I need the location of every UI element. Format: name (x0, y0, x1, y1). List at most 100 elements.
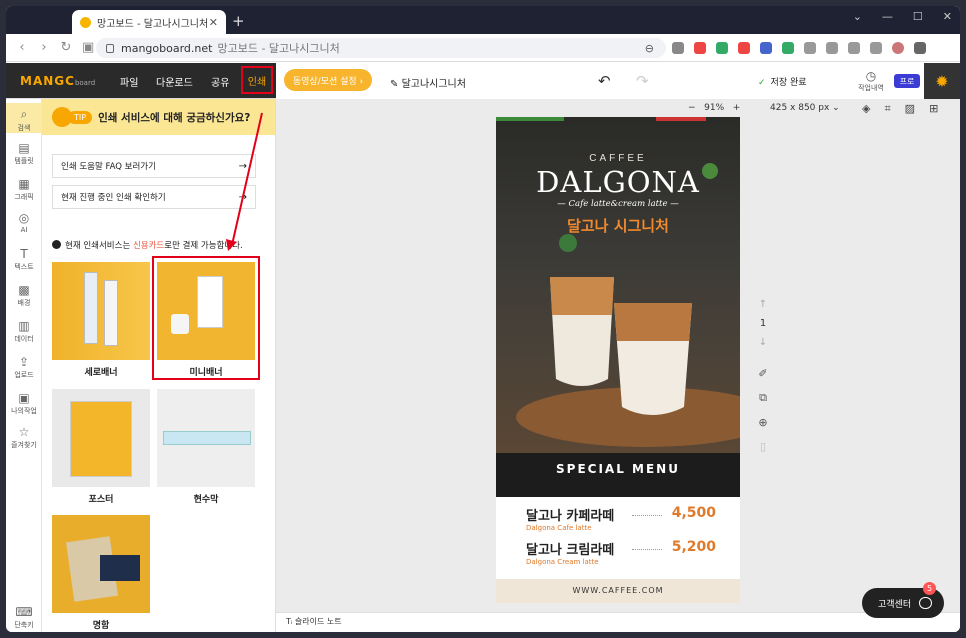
add-page-icon[interactable]: ⊕ (758, 416, 767, 429)
menu-price: 4,500 (671, 505, 716, 521)
business-card-thumb[interactable] (52, 515, 150, 613)
layers-icon[interactable]: ◈ (862, 102, 870, 116)
tab-close-icon[interactable]: ✕ (209, 16, 218, 29)
close-window-icon[interactable]: ✕ (943, 10, 952, 23)
red-pointer-arrow (226, 112, 263, 251)
profile-avatar-icon[interactable] (892, 42, 904, 54)
design-subtitle[interactable]: — Cafe latte&cream latte — (496, 199, 740, 209)
extension-green-icon[interactable] (716, 42, 728, 54)
zoom-magnifier-icon[interactable]: ⊖ (645, 42, 654, 55)
zoom-control[interactable]: − 91% + (688, 103, 740, 113)
left-tool-rail: ⌕ 검색 ▤ 템플릿 ▦ 그래픽 ◎ AI T 텍스트 ▩ 배경 ▥ 데이터 ⇪ 업로드 ▣ 나의… (6, 99, 42, 632)
menu-download[interactable]: 다운로드 (156, 74, 193, 89)
chart-icon: ▥ (18, 319, 30, 333)
trash-icon[interactable]: ▯ (760, 440, 766, 453)
customer-center-button[interactable]: 고객센터 5 (862, 582, 944, 618)
slide-note-button[interactable]: Tᵢ 슬라이드 노트 (286, 616, 342, 627)
address-bar: ‹ › ↻ ▣ mangoboard.net 망고보드 - 달고나시그니처 ⊖ (6, 34, 960, 62)
brand-text[interactable]: CAFFEE (496, 153, 740, 164)
placard-label: 현수막 (193, 495, 219, 505)
page-number: 1 (759, 318, 767, 329)
extension-blue-icon[interactable] (760, 42, 772, 54)
app-header: MANGCboard 파일 다운로드 공유 인쇄 동영상/모션 설정 › ✎ 달… (6, 63, 960, 99)
url-domain: mangoboard.net (121, 41, 213, 55)
tab-search-icon[interactable]: ⌄ (853, 10, 862, 23)
page-down-icon[interactable]: ↓ (754, 337, 772, 348)
kebab-menu-icon[interactable] (914, 42, 926, 54)
keyboard-icon: ⌨ (15, 605, 33, 619)
duplicate-page-icon[interactable]: ⧉ (759, 391, 767, 405)
menu-file[interactable]: 파일 (120, 74, 138, 89)
redo-icon[interactable]: ↷ (636, 72, 649, 90)
extension-plus-icon[interactable] (782, 42, 794, 54)
lock-icon (106, 43, 114, 53)
document-title[interactable]: ✎ 달고나시그니처 (390, 75, 466, 90)
rail-shortcuts[interactable]: ⌨ 단축키 (6, 605, 42, 630)
mango-favicon-icon (80, 16, 91, 28)
rail-my-work[interactable]: ▣ 나의작업 (6, 391, 42, 416)
new-tab-button[interactable]: + (232, 12, 245, 30)
page-tools: ✐ ⧉ ⊕ ▯ (754, 367, 772, 453)
rail-background[interactable]: ▩ 배경 (6, 283, 42, 308)
rail-search[interactable]: ⌕ 검색 (6, 103, 42, 133)
tab-bar: 망고보드 - 달고나시그니처 ✕ + ⌄ — ☐ ✕ (6, 6, 960, 34)
folder-icon: ▣ (18, 391, 30, 405)
pro-badge[interactable]: 프로 (894, 74, 920, 88)
magic-brush-icon[interactable]: ✐ (758, 367, 767, 380)
grid-view-icon[interactable]: ⊞ (929, 102, 938, 116)
window-controls: ⌄ — ☐ ✕ (853, 10, 952, 23)
bookmark-star-icon[interactable] (672, 42, 684, 54)
star-icon: ☆ (18, 425, 30, 439)
rail-favorites[interactable]: ☆ 즐겨찾기 (6, 425, 42, 450)
menu-item[interactable]: 달고나 카페라떼 Dalgona Cafe latte 4,500 (526, 505, 716, 532)
rail-template[interactable]: ▤ 템플릿 (6, 141, 42, 166)
screenshot-icon[interactable] (848, 42, 860, 54)
rail-text[interactable]: T 텍스트 (6, 247, 42, 272)
poster-thumb[interactable] (52, 389, 150, 487)
page-info-icon[interactable]: ▣ (82, 40, 94, 55)
business-card-label: 명함 (92, 621, 110, 631)
minimize-icon[interactable]: — (882, 10, 893, 23)
settings-gear-icon[interactable]: ✹ (924, 63, 960, 99)
chart-view-icon[interactable]: ▨ (905, 102, 915, 116)
text-icon: T (20, 247, 28, 261)
rail-upload[interactable]: ⇪ 업로드 (6, 355, 42, 380)
menu-share[interactable]: 공유 (211, 74, 229, 89)
extension-red-icon[interactable] (694, 42, 706, 54)
maximize-icon[interactable]: ☐ (913, 10, 923, 23)
forward-icon[interactable]: › (38, 40, 50, 55)
rail-graphic[interactable]: ▦ 그래픽 (6, 177, 42, 202)
back-icon[interactable]: ‹ (16, 40, 28, 55)
reload-icon[interactable]: ↻ (60, 40, 72, 55)
sidebar-icon[interactable] (870, 42, 882, 54)
browser-window: 망고보드 - 달고나시그니처 ✕ + ⌄ — ☐ ✕ ‹ › ↻ ▣ mango… (6, 6, 960, 632)
fit-screen-icon[interactable]: ⌗ (884, 102, 890, 116)
video-motion-setting-button[interactable]: 동영상/모션 설정 › (284, 69, 372, 91)
menu-item[interactable]: 달고나 크림라떼 Dalgona Cream latte 5,200 (526, 539, 716, 566)
browser-tab[interactable]: 망고보드 - 달고나시그니처 ✕ (72, 10, 226, 34)
extension-puzzle-icon[interactable] (804, 42, 816, 54)
rail-ai[interactable]: ◎ AI (6, 211, 42, 234)
history-button[interactable]: ◷ 작업내역 (856, 69, 886, 93)
rail-data[interactable]: ▥ 데이터 (6, 319, 42, 344)
menu-print[interactable]: 인쇄 (241, 66, 273, 94)
korean-title[interactable]: 달고나 시그니처 (496, 215, 740, 236)
design-title[interactable]: DALGONA (496, 165, 740, 199)
download-icon[interactable] (826, 42, 838, 54)
undo-icon[interactable]: ↶ (598, 72, 611, 90)
special-menu-banner[interactable]: SPECIAL MENU (496, 453, 740, 497)
upload-icon: ⇪ (18, 355, 30, 369)
check-icon: ✓ (758, 78, 766, 88)
website-footer[interactable]: WWW.CAFFEE.COM (496, 579, 740, 603)
url-field[interactable]: mangoboard.net 망고보드 - 달고나시그니처 ⊖ (96, 38, 666, 58)
menu-price: 5,200 (671, 539, 716, 555)
tab-title: 망고보드 - 달고나시그니처 (97, 18, 209, 30)
notification-badge: 5 (923, 582, 936, 595)
design-canvas[interactable]: CAFFEE DALGONA — Cafe latte&cream latte … (496, 117, 740, 603)
page-up-icon[interactable]: ↑ (754, 299, 772, 310)
canvas-size-dropdown[interactable]: 425 x 850 px ⌄ (770, 103, 840, 113)
extension-red2-icon[interactable] (738, 42, 750, 54)
search-icon: ⌕ (20, 107, 28, 121)
mangoboard-logo[interactable]: MANGCboard (20, 74, 95, 88)
placard-thumb[interactable] (157, 389, 255, 487)
